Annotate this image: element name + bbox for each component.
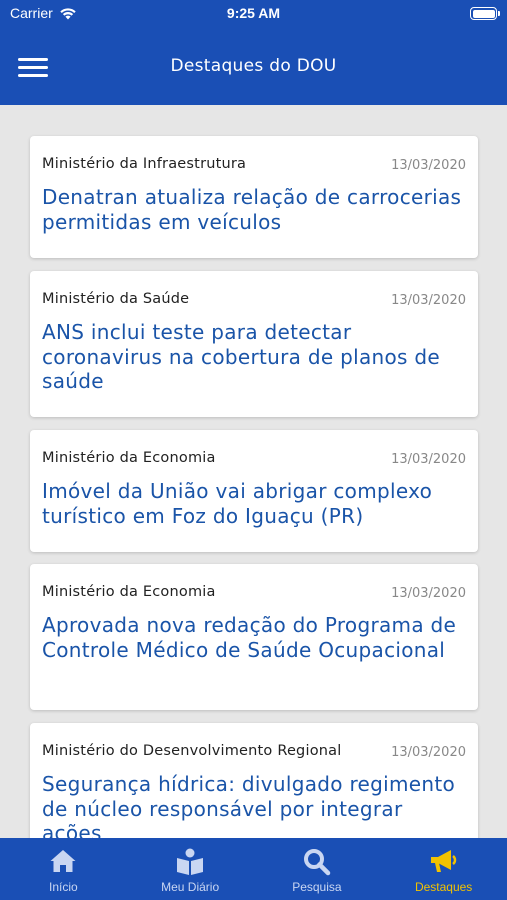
tab-pesquisa[interactable]: Pesquisa — [254, 838, 381, 900]
tab-label: Meu Diário — [161, 880, 220, 894]
tab-label: Destaques — [414, 880, 473, 894]
status-bar: Carrier 9:25 AM — [0, 0, 507, 28]
tab-inicio[interactable]: Início — [0, 838, 127, 900]
article-ministry: Ministério da Economia — [42, 450, 216, 466]
article-date: 13/03/2020 — [391, 293, 466, 308]
book-reader-icon — [177, 848, 204, 875]
article-card[interactable]: Ministério da Infraestrutura 13/03/2020 … — [30, 136, 478, 258]
article-title[interactable]: Aprovada nova redação do Programa de Con… — [42, 613, 466, 662]
article-card[interactable]: Ministério da Economia 13/03/2020 Imóvel… — [30, 430, 478, 552]
article-ministry: Ministério da Economia — [42, 584, 216, 600]
tab-label: Pesquisa — [292, 880, 342, 894]
article-ministry: Ministério da Infraestrutura — [42, 156, 247, 172]
app-header: Carrier 9:25 AM Destaques do DOU — [0, 0, 507, 105]
page-title: Destaques do DOU — [170, 56, 337, 76]
article-title[interactable]: Imóvel da União vai abrigar complexo tur… — [42, 479, 466, 528]
article-title[interactable]: Segurança hídrica: divulgado regimento d… — [42, 772, 466, 838]
article-title[interactable]: ANS inclui teste para detectar coronavir… — [42, 320, 466, 394]
article-title[interactable]: Denatran atualiza relação de carrocerias… — [42, 185, 466, 234]
tab-label: Início — [49, 880, 78, 894]
article-date: 13/03/2020 — [391, 158, 466, 173]
article-date: 13/03/2020 — [391, 745, 466, 760]
highlights-feed[interactable]: Ministério da Infraestrutura 13/03/2020 … — [0, 105, 507, 838]
battery-icon — [470, 7, 500, 20]
status-time: 9:25 AM — [226, 5, 281, 21]
search-icon — [303, 849, 331, 876]
megaphone-icon — [430, 850, 456, 872]
article-date: 13/03/2020 — [391, 452, 466, 467]
tab-meu-diario[interactable]: Meu Diário — [127, 838, 254, 900]
article-ministry: Ministério da Saúde — [42, 291, 190, 307]
article-card[interactable]: Ministério do Desenvolvimento Regional 1… — [30, 723, 478, 838]
article-card[interactable]: Ministério da Saúde 13/03/2020 ANS inclu… — [30, 271, 478, 417]
article-ministry: Ministério do Desenvolvimento Regional — [42, 743, 342, 759]
tab-destaques[interactable]: Destaques — [380, 838, 507, 900]
tab-bar: Início Meu Diário Pesquisa Destaques — [0, 838, 507, 900]
home-icon — [50, 850, 76, 872]
article-date: 13/03/2020 — [391, 586, 466, 601]
article-card[interactable]: Ministério da Economia 13/03/2020 Aprova… — [30, 564, 478, 710]
